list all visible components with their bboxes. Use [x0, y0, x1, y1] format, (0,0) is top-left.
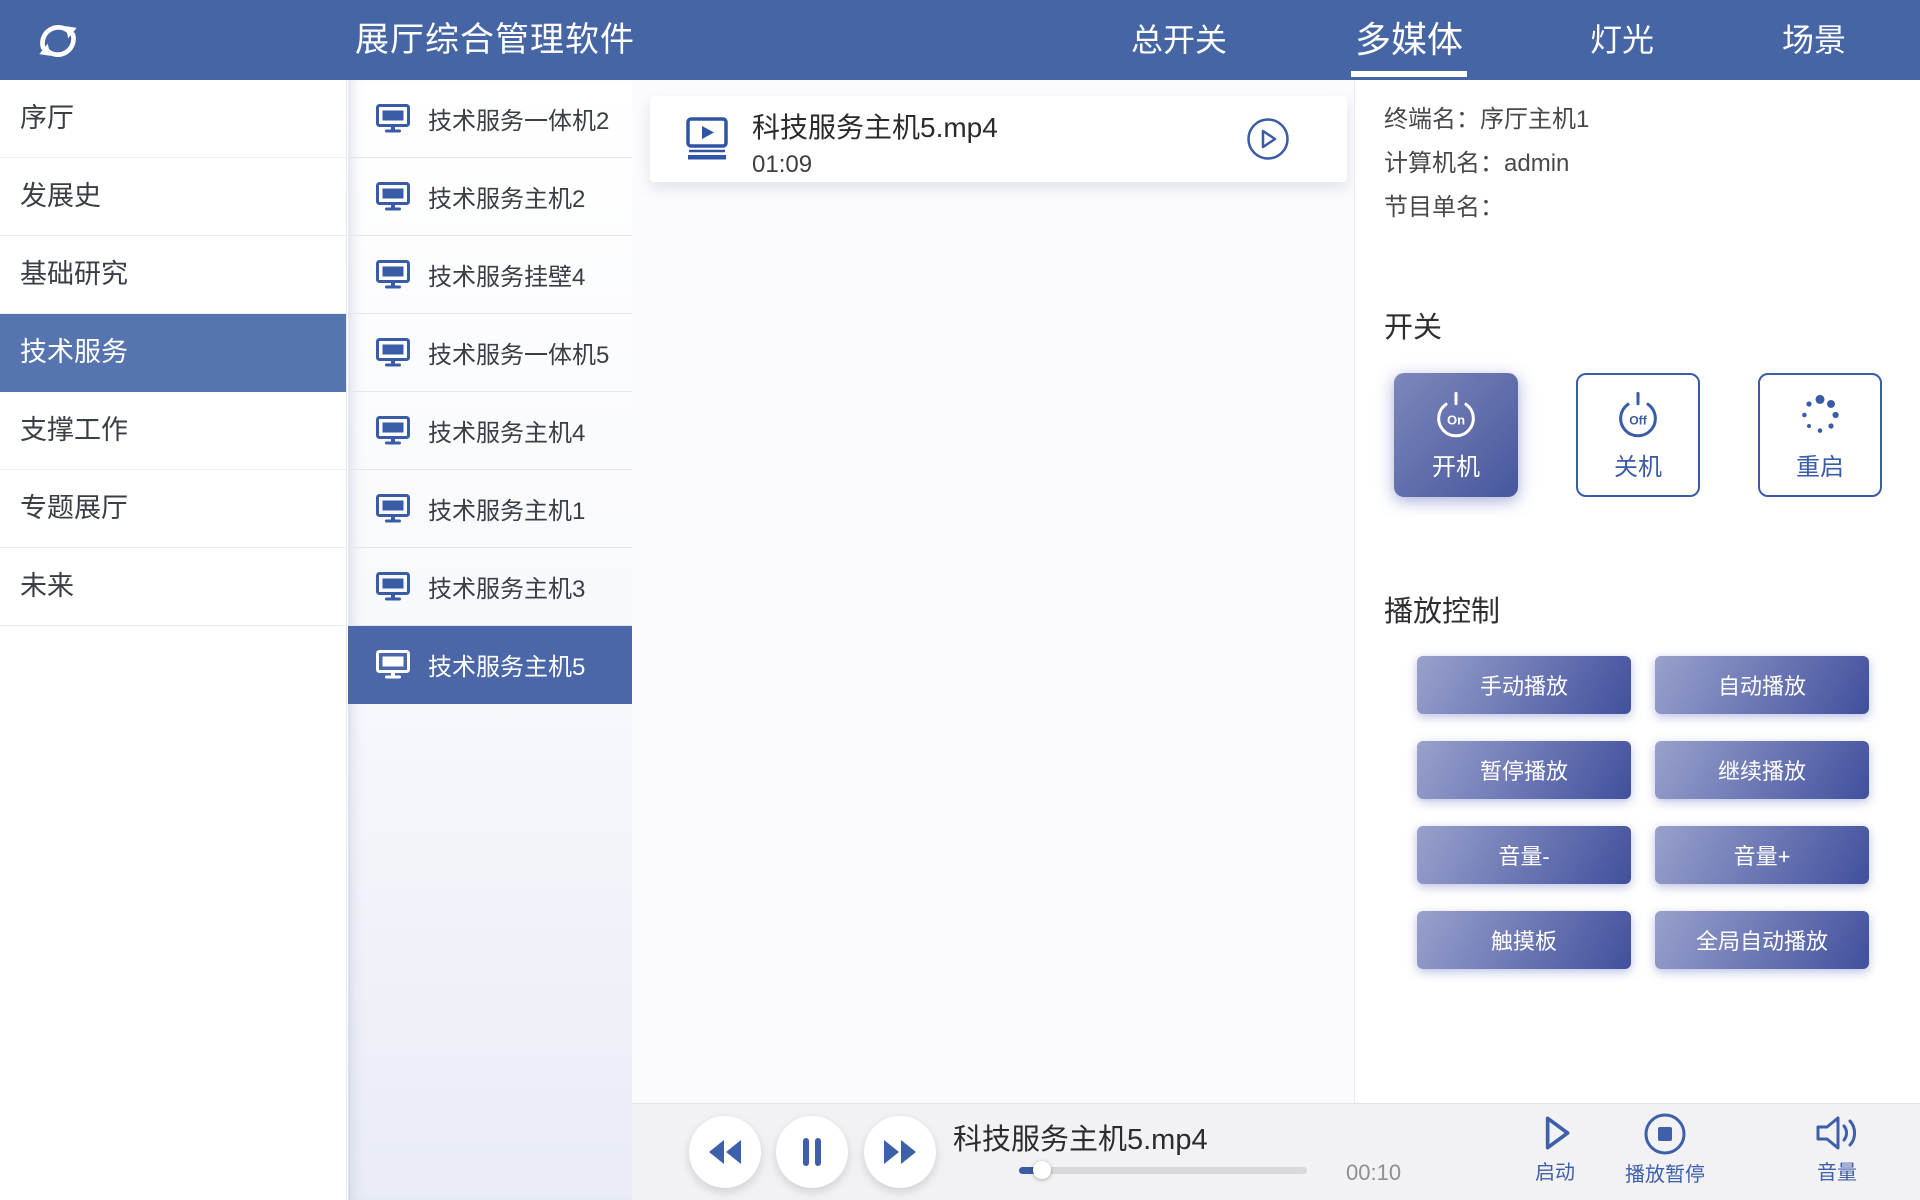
monitor-icon	[376, 104, 410, 134]
fast-forward-button[interactable]	[864, 1116, 936, 1188]
device-label: 技术服务主机3	[428, 569, 585, 604]
restart-label: 重启	[1796, 447, 1844, 482]
hall-sidebar: 序厅 发展史 基础研究 技术服务 支撑工作 专题展厅 未来	[0, 80, 347, 1200]
play-pause-control[interactable]: 播放暂停	[1610, 1112, 1720, 1187]
monitor-icon	[376, 338, 410, 368]
manual-play-button[interactable]: 手动播放	[1417, 656, 1631, 714]
device-label: 技术服务挂壁4	[428, 257, 585, 292]
restart-button[interactable]: 重启	[1758, 373, 1882, 497]
media-item-card[interactable]: 科技服务主机5.mp4 01:09	[650, 96, 1347, 182]
device-item-selected[interactable]: 技术服务主机5	[348, 626, 632, 704]
rewind-icon	[706, 1138, 744, 1166]
device-label: 技术服务一体机2	[428, 101, 609, 136]
now-playing-filename: 科技服务主机5.mp4	[953, 1116, 1208, 1158]
elapsed-time: 00:10	[1346, 1160, 1401, 1186]
device-label: 技术服务主机5	[428, 647, 585, 682]
media-list-panel: 科技服务主机5.mp4 01:09	[632, 80, 1354, 1103]
playlist-name-row: 节目单名：	[1384, 186, 1589, 230]
stop-circle-icon	[1643, 1112, 1687, 1156]
power-off-icon: Off	[1612, 389, 1664, 441]
sidebar-item-fazhanshi[interactable]: 发展史	[0, 158, 346, 236]
start-play-icon	[1534, 1112, 1576, 1154]
active-tab-underline	[1351, 71, 1467, 77]
sidebar-item-weilai[interactable]: 未来	[0, 548, 346, 626]
terminal-control-panel: 终端名：序厅主机1 计算机名：admin 节目单名： 开关 On 开机 Off …	[1354, 80, 1920, 1103]
device-list: 技术服务一体机2 技术服务主机2 技术服务挂壁4 技术服务一体机5 技术服务主机…	[348, 80, 632, 1200]
rewind-button[interactable]	[689, 1116, 761, 1188]
power-off-button[interactable]: Off 关机	[1576, 373, 1700, 497]
tab-lighting[interactable]: 灯光	[1582, 0, 1662, 80]
device-label: 技术服务一体机5	[428, 335, 609, 370]
restart-spinner-icon	[1794, 389, 1846, 441]
device-item[interactable]: 技术服务主机3	[348, 548, 632, 626]
volume-control[interactable]: 音量	[1762, 1112, 1912, 1185]
play-pause-label: 播放暂停	[1610, 1158, 1720, 1187]
refresh-sync-icon[interactable]	[30, 13, 86, 69]
pause-button[interactable]	[776, 1116, 848, 1188]
tab-master-switch[interactable]: 总开关	[1123, 0, 1235, 80]
app-title: 展厅综合管理软件	[340, 0, 650, 80]
tab-scene[interactable]: 场景	[1774, 0, 1854, 80]
monitor-icon	[376, 182, 410, 212]
sidebar-item-jichuyanjiu[interactable]: 基础研究	[0, 236, 346, 314]
player-bar: 科技服务主机5.mp4 00:10 启动 播放暂停 音量	[632, 1103, 1920, 1200]
media-file-name: 科技服务主机5.mp4	[752, 106, 998, 146]
fast-forward-icon	[881, 1138, 919, 1166]
playback-section-title: 播放控制	[1384, 588, 1500, 630]
power-off-label: 关机	[1614, 447, 1662, 482]
playback-button-grid: 手动播放 自动播放 暂停播放 继续播放 音量- 音量+ 触摸板 全局自动播放	[1417, 656, 1869, 969]
touchpad-button[interactable]: 触摸板	[1417, 911, 1631, 969]
monitor-icon	[376, 260, 410, 290]
monitor-icon	[376, 650, 410, 680]
volume-label: 音量	[1762, 1156, 1912, 1185]
start-control[interactable]: 启动	[1478, 1112, 1632, 1185]
sidebar-item-zhichenggongzuo[interactable]: 支撑工作	[0, 392, 346, 470]
pause-icon	[798, 1136, 826, 1168]
monitor-icon	[376, 494, 410, 524]
volume-down-button[interactable]: 音量-	[1417, 826, 1631, 884]
power-on-icon: On	[1430, 389, 1482, 441]
video-file-icon	[686, 117, 728, 161]
sidebar-item-jishufuwu-selected[interactable]: 技术服务	[0, 314, 346, 392]
computer-name-row: 计算机名：admin	[1384, 142, 1589, 186]
monitor-icon	[376, 572, 410, 602]
resume-play-button[interactable]: 继续播放	[1655, 741, 1869, 799]
sidebar-item-zhuantizhanting[interactable]: 专题展厅	[0, 470, 346, 548]
device-item[interactable]: 技术服务主机1	[348, 470, 632, 548]
volume-up-button[interactable]: 音量+	[1655, 826, 1869, 884]
power-on-button[interactable]: On 开机	[1394, 373, 1518, 497]
play-media-button[interactable]	[1246, 117, 1290, 161]
device-item[interactable]: 技术服务主机4	[348, 392, 632, 470]
start-label: 启动	[1478, 1156, 1632, 1185]
device-item[interactable]: 技术服务主机2	[348, 158, 632, 236]
terminal-name-row: 终端名：序厅主机1	[1384, 98, 1589, 142]
device-label: 技术服务主机1	[428, 491, 585, 526]
progress-knob[interactable]	[1033, 1161, 1051, 1179]
computer-name-value: admin	[1504, 150, 1569, 177]
svg-text:On: On	[1447, 412, 1465, 427]
tab-multimedia[interactable]: 多媒体	[1348, 0, 1470, 80]
device-item[interactable]: 技术服务挂壁4	[348, 236, 632, 314]
volume-speaker-icon	[1814, 1112, 1860, 1154]
auto-play-button[interactable]: 自动播放	[1655, 656, 1869, 714]
pause-play-button[interactable]: 暂停播放	[1417, 741, 1631, 799]
device-label: 技术服务主机4	[428, 413, 585, 448]
svg-text:Off: Off	[1629, 413, 1647, 427]
progress-bar[interactable]	[1019, 1167, 1307, 1174]
device-item[interactable]: 技术服务一体机5	[348, 314, 632, 392]
top-bar: 展厅综合管理软件 总开关 多媒体 灯光 场景	[0, 0, 1920, 80]
terminal-name-value: 序厅主机1	[1480, 106, 1589, 133]
monitor-icon	[376, 416, 410, 446]
power-on-label: 开机	[1432, 447, 1480, 482]
media-file-info: 科技服务主机5.mp4 01:09	[752, 106, 998, 179]
terminal-info: 终端名：序厅主机1 计算机名：admin 节目单名：	[1384, 98, 1589, 230]
media-file-duration: 01:09	[752, 151, 998, 179]
power-section-title: 开关	[1384, 304, 1442, 346]
device-item[interactable]: 技术服务一体机2	[348, 80, 632, 158]
sidebar-item-xuting[interactable]: 序厅	[0, 80, 346, 158]
global-auto-play-button[interactable]: 全局自动播放	[1655, 911, 1869, 969]
device-label: 技术服务主机2	[428, 179, 585, 214]
